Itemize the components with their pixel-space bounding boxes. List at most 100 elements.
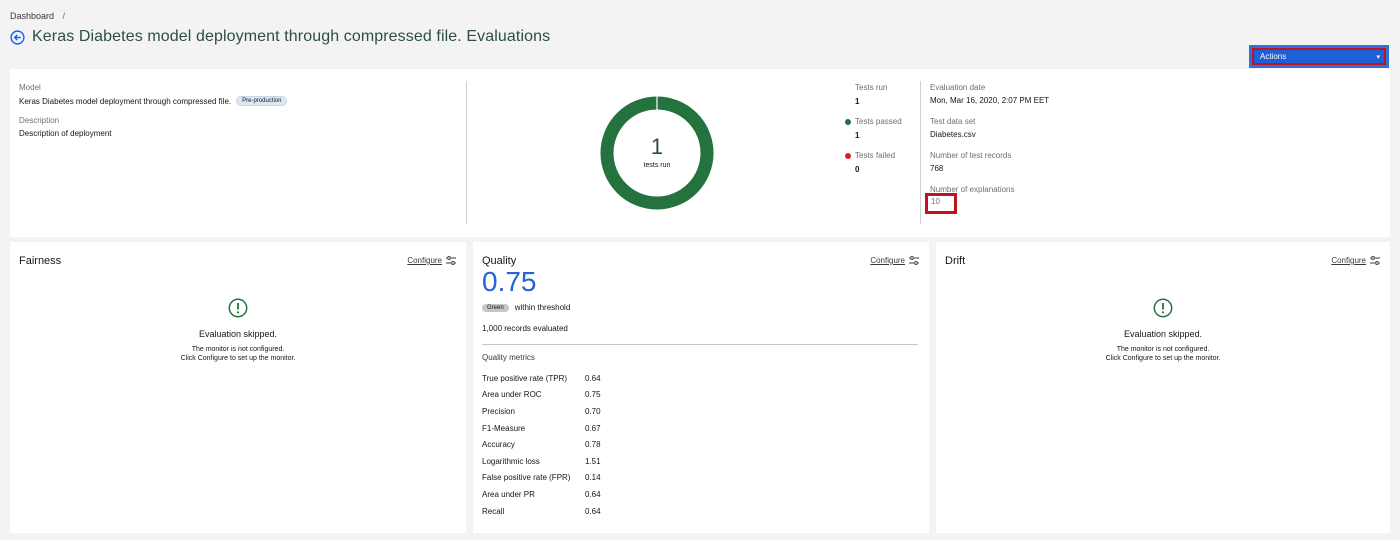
test-records-item: Number of test records 768: [930, 151, 1049, 185]
quality-status: Green within threshold: [482, 303, 570, 312]
fairness-title: Fairness: [19, 255, 62, 267]
actions-dropdown[interactable]: Actions ▾: [1252, 48, 1386, 65]
metric-name: Precision: [482, 406, 515, 416]
fairness-skipped-state: Evaluation skipped. The monitor is not c…: [10, 298, 466, 364]
metric-row: False positive rate (FPR) 0.14: [482, 470, 682, 487]
test-records-label: Number of test records: [930, 151, 1012, 160]
fairness-skipped-line1: The monitor is not configured.: [191, 346, 285, 353]
metric-name: Area under PR: [482, 489, 535, 499]
quality-metrics-title: Quality metrics: [482, 353, 535, 362]
tests-passed-item: Tests passed 1: [845, 117, 902, 151]
test-records-value: 768: [930, 164, 944, 173]
metric-name: Recall: [482, 506, 505, 516]
metric-name: F1-Measure: [482, 423, 526, 433]
sliders-icon: [446, 256, 456, 265]
quality-metrics-list: True positive rate (TPR) 0.64 Area under …: [482, 370, 682, 519]
drift-skipped-message: The monitor is not configured. Click Con…: [936, 345, 1390, 364]
description-label: Description: [19, 116, 60, 125]
metric-name: Area under ROC: [482, 390, 542, 400]
metric-row: Logarithmic loss 1.51: [482, 453, 682, 470]
page-title: Keras Diabetes model deployment through …: [32, 28, 551, 45]
metric-row: Precision 0.70: [482, 403, 682, 420]
tests-passed-label: Tests passed: [855, 117, 902, 126]
tests-run-value: 1: [855, 97, 860, 106]
tests-run-label: Tests run: [855, 83, 888, 92]
tests-run-item: Tests run 1: [855, 83, 902, 117]
evaluation-summary-card: Model Keras Diabetes model deployment th…: [10, 69, 1390, 237]
description-text: Description of deployment: [19, 129, 112, 138]
drift-title: Drift: [945, 255, 966, 267]
metric-value: 0.14: [585, 473, 601, 483]
warning-circle-icon: [228, 298, 248, 318]
breadcrumb-separator: /: [62, 11, 66, 21]
status-text: within threshold: [514, 303, 571, 312]
explanations-value[interactable]: 10: [931, 197, 940, 206]
tests-legend: Tests run 1 Tests passed 1 Tests failed …: [845, 83, 902, 185]
metric-row: F1-Measure 0.67: [482, 420, 682, 437]
tests-failed-item: Tests failed 0: [845, 151, 902, 185]
sliders-icon: [1370, 256, 1380, 265]
tests-passed-value: 1: [855, 131, 860, 140]
divider: [482, 344, 918, 345]
test-data-set-label: Test data set: [930, 117, 976, 126]
records-evaluated: 1,000 records evaluated: [482, 324, 568, 333]
configure-label: Configure: [1331, 256, 1366, 265]
metric-value: 0.67: [585, 423, 601, 433]
explanations-highlight: [925, 193, 957, 214]
actions-dropdown-wrapper: Actions ▾: [1249, 45, 1389, 68]
tests-donut-chart: 1 tests run: [600, 96, 714, 210]
actions-label: Actions: [1260, 52, 1287, 61]
quality-panel: Quality Configure 0.75 Green within thre…: [473, 242, 929, 533]
metric-value: 0.78: [585, 440, 601, 450]
model-name-text: Keras Diabetes model deployment through …: [19, 96, 232, 106]
breadcrumb: Dashboard /: [10, 11, 65, 21]
donut-label: tests run: [643, 162, 671, 169]
status-badge: Green: [482, 303, 509, 312]
back-arrow-icon[interactable]: [10, 29, 25, 45]
drift-skipped-title: Evaluation skipped.: [1123, 329, 1203, 339]
metric-value: 0.64: [585, 506, 601, 516]
warning-circle-icon: [1153, 298, 1173, 318]
metric-value: 0.64: [585, 489, 601, 499]
quality-configure-link[interactable]: Configure: [870, 256, 919, 265]
evaluation-date-label: Evaluation date: [930, 83, 986, 92]
drift-configure-link[interactable]: Configure: [1331, 256, 1380, 265]
fairness-configure-link[interactable]: Configure: [407, 256, 456, 265]
drift-panel: Drift Configure Evaluation skipped. The …: [936, 242, 1390, 533]
metric-row: Accuracy 0.78: [482, 436, 682, 453]
metric-row: Area under ROC 0.75: [482, 387, 682, 404]
breadcrumb-dashboard-link[interactable]: Dashboard: [10, 11, 54, 21]
evaluation-date-value: Mon, Mar 16, 2020, 2:07 PM EET: [930, 96, 1050, 105]
tests-failed-value: 0: [855, 165, 860, 174]
tests-failed-label: Tests failed: [855, 151, 896, 160]
environment-tag: Pre-production: [236, 96, 288, 106]
model-name: Keras Diabetes model deployment through …: [19, 96, 288, 106]
metric-value: 0.70: [585, 406, 601, 416]
metric-name: Accuracy: [482, 440, 515, 450]
model-label: Model: [19, 83, 41, 92]
chevron-down-icon: ▾: [1376, 53, 1380, 61]
configure-label: Configure: [407, 256, 442, 265]
drift-skipped-line2: Click Configure to set up the monitor.: [1105, 355, 1221, 363]
quality-score: 0.75: [482, 266, 537, 297]
test-data-set-value: Diabetes.csv: [930, 130, 976, 139]
passed-dot-icon: [845, 119, 851, 125]
metric-name: Logarithmic loss: [482, 456, 540, 466]
metric-value: 0.64: [585, 373, 601, 383]
sliders-icon: [909, 256, 919, 265]
drift-skipped-line1: The monitor is not configured.: [1116, 346, 1210, 353]
fairness-skipped-title: Evaluation skipped.: [198, 329, 278, 339]
failed-dot-icon: [845, 153, 851, 159]
fairness-skipped-line2: Click Configure to set up the monitor.: [180, 355, 296, 363]
divider: [466, 81, 467, 224]
metric-row: Area under PR 0.64: [482, 486, 682, 503]
metric-name: False positive rate (FPR): [482, 473, 571, 483]
donut-number: 1: [650, 134, 664, 159]
test-data-set-item: Test data set Diabetes.csv: [930, 117, 1049, 151]
fairness-panel: Fairness Configure Evaluation skipped. T…: [10, 242, 466, 533]
fairness-skipped-message: The monitor is not configured. Click Con…: [10, 345, 466, 364]
evaluation-date-item: Evaluation date Mon, Mar 16, 2020, 2:07 …: [930, 83, 1049, 117]
metric-row: True positive rate (TPR) 0.64: [482, 370, 682, 387]
title-row: Keras Diabetes model deployment through …: [10, 28, 550, 46]
metric-value: 0.75: [585, 390, 601, 400]
